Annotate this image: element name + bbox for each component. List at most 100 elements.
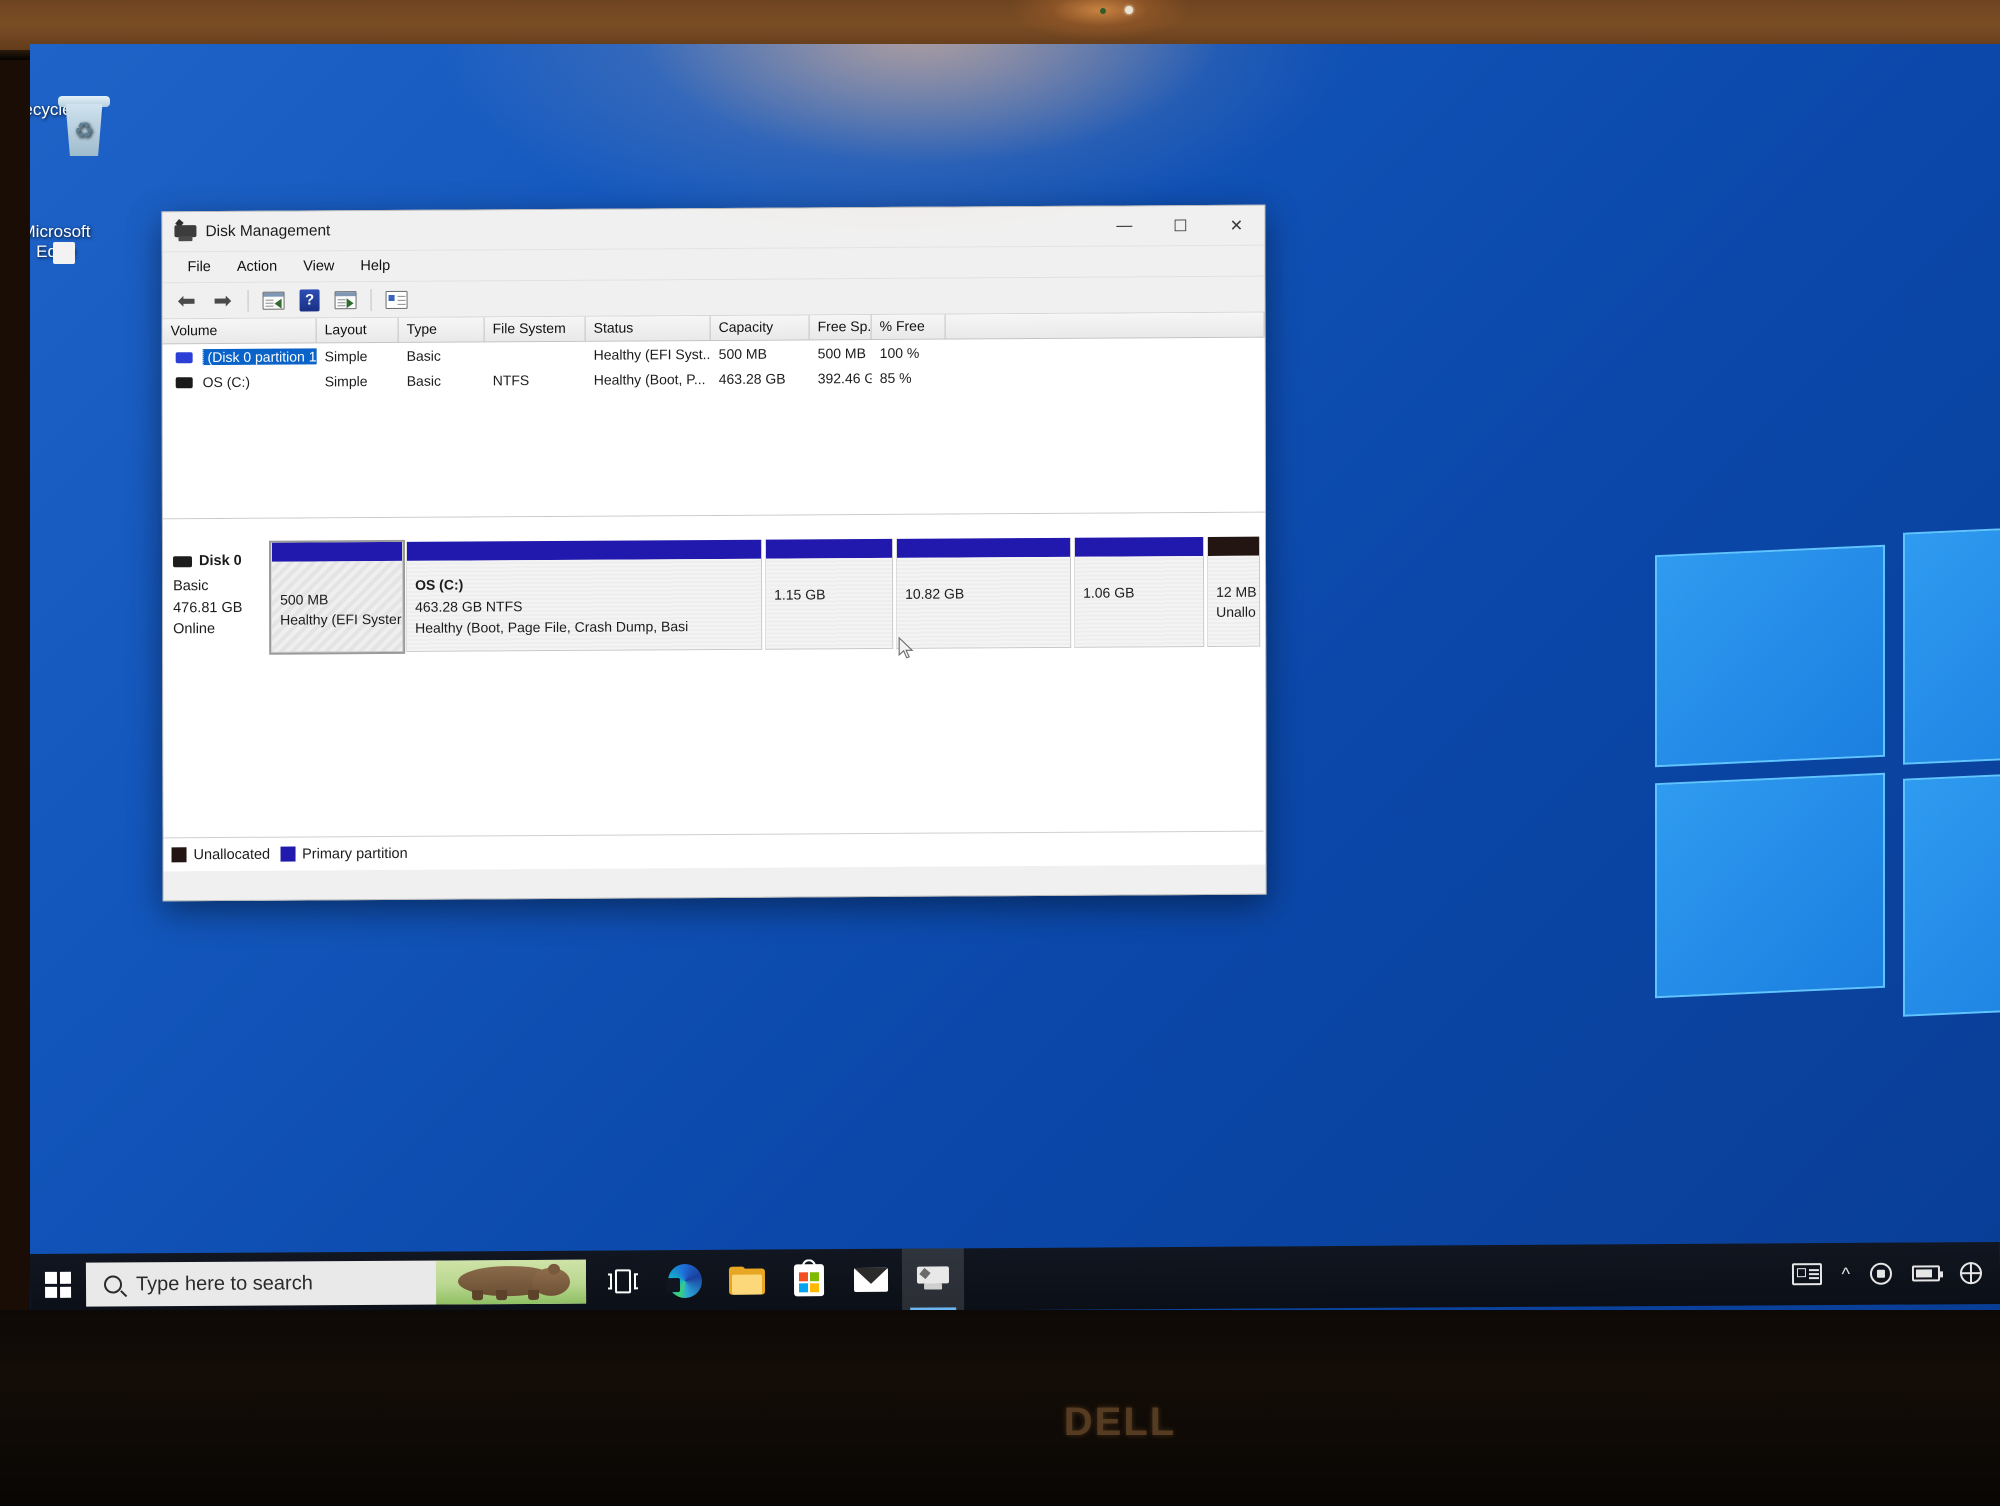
menu-item-view[interactable]: View bbox=[290, 255, 347, 277]
legend-label: Primary partition bbox=[302, 845, 408, 863]
taskbar: Type here to search ^ bbox=[30, 1241, 2000, 1310]
menu-item-file[interactable]: File bbox=[174, 256, 223, 278]
cell-file-system: NTFS bbox=[492, 371, 530, 388]
column-header-spacer bbox=[945, 312, 1265, 339]
disk-title-row: Disk 0 bbox=[173, 551, 271, 573]
column-header-capacity[interactable]: Capacity bbox=[710, 315, 810, 341]
minimize-button[interactable]: — bbox=[1096, 206, 1152, 246]
microsoft-edge-button[interactable] bbox=[654, 1250, 716, 1310]
legend: Unallocated Primary partition bbox=[163, 830, 1264, 872]
show-hidden-icons-chevron-icon[interactable]: ^ bbox=[1841, 1263, 1850, 1284]
brand-logo: DELL bbox=[1040, 1398, 1200, 1446]
table-row[interactable]: OS (C:) Simple Basic NTFS Healthy (Boot,… bbox=[163, 363, 1265, 395]
folder-icon bbox=[728, 1266, 766, 1295]
partition-name bbox=[280, 587, 396, 588]
disk-management-icon bbox=[916, 1266, 950, 1292]
partition-details: 500 MB Healthy (EFI Syster bbox=[272, 560, 403, 652]
partition-details: 1.06 GB bbox=[1075, 556, 1204, 647]
partition-status: Healthy (EFI Syster bbox=[280, 611, 402, 628]
cell-percent-free: 85 % bbox=[879, 369, 912, 386]
column-header-free-space[interactable]: Free Sp... bbox=[809, 315, 872, 340]
start-button[interactable] bbox=[30, 1254, 86, 1310]
partition-size: 500 MB bbox=[280, 591, 329, 608]
mail-button[interactable] bbox=[840, 1249, 902, 1310]
desktop-icon-recycle-bin[interactable]: ♻ Recycle Bin bbox=[30, 94, 110, 156]
partition-color-bar bbox=[765, 538, 893, 559]
cell-percent-free: 100 % bbox=[879, 344, 920, 361]
disk-size: 476.81 GB bbox=[173, 599, 243, 616]
show-action-pane-icon[interactable] bbox=[330, 286, 362, 314]
brand-logo-text: DELL bbox=[1063, 1399, 1177, 1444]
window-title-bar[interactable]: Disk Management — ☐ ✕ bbox=[162, 205, 1265, 253]
volume-icon bbox=[175, 352, 193, 364]
partition-block-recovery-2[interactable]: 10.82 GB bbox=[895, 537, 1072, 649]
partition-block-unallocated[interactable]: 12 MB Unallo bbox=[1206, 536, 1261, 647]
cell-volume: (Disk 0 partition 1) bbox=[163, 347, 317, 365]
disk-graphic-pane: Disk 0 Basic 476.81 GB Online 500 MB Hea… bbox=[162, 512, 1266, 872]
search-highlight-image bbox=[435, 1259, 587, 1305]
store-bag-icon bbox=[793, 1259, 825, 1297]
cell-layout: Simple bbox=[324, 372, 368, 389]
taskbar-pinned-items bbox=[592, 1248, 965, 1310]
news-and-interests-icon[interactable] bbox=[1791, 1263, 1822, 1286]
column-header-volume[interactable]: Volume bbox=[162, 318, 317, 344]
column-header-percent-free[interactable]: % Free bbox=[871, 314, 946, 340]
cell-file-system bbox=[485, 354, 586, 355]
partition-status: Unallo bbox=[1216, 603, 1256, 621]
show-hide-console-tree-icon[interactable] bbox=[258, 286, 290, 314]
disk-management-button[interactable] bbox=[901, 1248, 965, 1310]
laptop-bottom-bezel bbox=[0, 1310, 2000, 1506]
disk-icon bbox=[173, 556, 193, 568]
desktop-icon-microsoft-edge[interactable]: Microsoft Edge bbox=[30, 216, 106, 261]
partition-size: 12 MB bbox=[1216, 583, 1257, 600]
laptop-photo: ♻ Recycle Bin Microsoft Edge Disk Manage… bbox=[0, 0, 2000, 1506]
system-tray: ^ bbox=[1791, 1262, 2000, 1286]
column-header-type[interactable]: Type bbox=[398, 317, 485, 342]
menu-item-action[interactable]: Action bbox=[224, 256, 290, 278]
maximize-button[interactable]: ☐ bbox=[1152, 206, 1208, 246]
partition-block-os-c[interactable]: OS (C:) 463.28 GB NTFS Healthy (Boot, Pa… bbox=[405, 539, 763, 652]
partition-details: 10.82 GB bbox=[897, 556, 1071, 648]
windows-logo-icon bbox=[44, 1271, 72, 1298]
legend-item-unallocated: Unallocated bbox=[171, 846, 270, 863]
camera-led bbox=[1100, 8, 1106, 14]
partition-block-recovery-3[interactable]: 1.06 GB bbox=[1073, 537, 1205, 648]
help-icon[interactable]: ? bbox=[294, 286, 326, 314]
microsoft-store-button[interactable] bbox=[778, 1249, 840, 1310]
search-input[interactable]: Type here to search bbox=[85, 1259, 587, 1307]
network-icon[interactable] bbox=[1959, 1262, 1983, 1285]
task-view-button[interactable] bbox=[592, 1250, 654, 1310]
cell-free-space: 392.46 GB bbox=[817, 369, 872, 386]
forward-icon[interactable]: ➡ bbox=[207, 286, 239, 314]
search-icon bbox=[100, 1271, 126, 1298]
partition-details: 1.15 GB bbox=[766, 557, 893, 649]
partition-block-recovery-1[interactable]: 1.15 GB bbox=[764, 538, 894, 650]
search-placeholder: Type here to search bbox=[135, 1271, 313, 1295]
window-title: Disk Management bbox=[205, 221, 331, 240]
back-icon[interactable]: ⬅ bbox=[171, 287, 203, 315]
disk-status: Online bbox=[173, 621, 216, 638]
close-button[interactable]: ✕ bbox=[1208, 206, 1264, 246]
properties-icon[interactable] bbox=[381, 285, 413, 313]
windows-wallpaper-logo bbox=[1655, 523, 2000, 1017]
volume-list-pane: Volume Layout Type File System Status Ca… bbox=[162, 312, 1265, 659]
mouse-cursor bbox=[898, 636, 914, 659]
file-explorer-button[interactable] bbox=[716, 1249, 778, 1310]
column-header-file-system[interactable]: File System bbox=[484, 316, 586, 342]
partition-size: 463.28 GB NTFS bbox=[415, 598, 523, 616]
camera-privacy-icon[interactable] bbox=[1869, 1262, 1893, 1285]
column-header-status[interactable]: Status bbox=[585, 316, 711, 341]
partition-strip: 500 MB Healthy (EFI Syster OS (C:) 463.2… bbox=[268, 535, 1263, 663]
partition-color-bar bbox=[1207, 536, 1260, 556]
column-header-layout[interactable]: Layout bbox=[316, 317, 399, 343]
disk-management-icon bbox=[174, 218, 197, 241]
partition-block-efi[interactable]: 500 MB Healthy (EFI Syster bbox=[268, 539, 406, 655]
cell-status: Healthy (Boot, P... bbox=[593, 370, 706, 388]
battery-icon[interactable] bbox=[1911, 1265, 1941, 1282]
disk-info-panel[interactable]: Disk 0 Basic 476.81 GB Online bbox=[163, 541, 271, 664]
partition-details: 12 MB Unallo bbox=[1208, 555, 1260, 646]
disk-management-window: Disk Management — ☐ ✕ File Action View H… bbox=[161, 204, 1267, 902]
menu-item-help[interactable]: Help bbox=[347, 255, 403, 277]
legend-item-primary-partition: Primary partition bbox=[280, 845, 408, 862]
partition-color-bar bbox=[896, 537, 1071, 558]
